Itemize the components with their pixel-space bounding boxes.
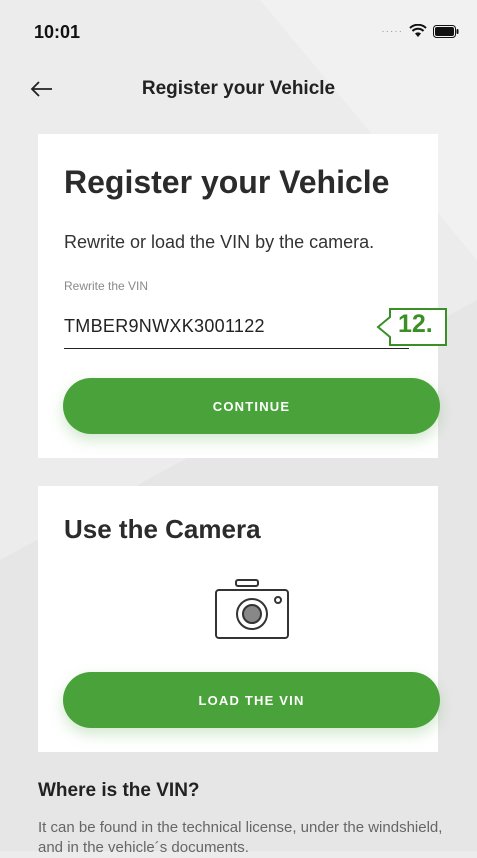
- vin-input[interactable]: [64, 304, 409, 349]
- camera-icon: [215, 579, 289, 639]
- register-card-description: Rewrite or load the VIN by the camera.: [64, 232, 375, 252]
- where-is-vin-description: It can be found in the technical license…: [38, 819, 443, 856]
- register-card-title: Register your Vehicle: [64, 164, 390, 200]
- camera-card-title: Use the Camera: [64, 514, 261, 544]
- signal-icon: ·····: [381, 25, 403, 37]
- continue-button[interactable]: CONTINUE: [63, 378, 440, 434]
- status-bar: 10:01 ·····: [0, 0, 477, 64]
- page-title: Register your Vehicle: [141, 78, 336, 99]
- status-time: 10:01: [34, 22, 81, 42]
- where-is-vin-heading: Where is the VIN?: [38, 780, 200, 801]
- callout-number: 12.: [398, 310, 433, 338]
- vin-field-label: Rewrite the VIN: [64, 279, 149, 293]
- navigation-bar: Register your Vehicle: [0, 64, 477, 116]
- wifi-icon: [409, 24, 427, 37]
- load-vin-button[interactable]: LOAD THE VIN: [63, 672, 440, 728]
- status-icons: ·····: [381, 24, 459, 38]
- battery-icon: [433, 24, 459, 38]
- register-card: Register your Vehicle Rewrite or load th…: [38, 134, 447, 458]
- camera-card: Use the Camera LOAD THE VIN: [38, 486, 440, 752]
